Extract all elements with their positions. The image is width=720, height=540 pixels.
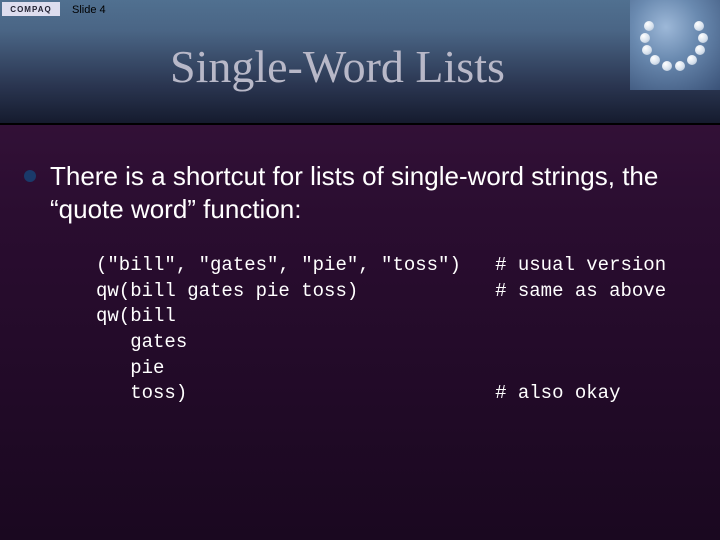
bullet-text: There is a shortcut for lists of single-…	[50, 160, 696, 225]
logo: COMPAQ	[2, 2, 60, 16]
slide-indicator: Slide 4	[72, 4, 106, 16]
necklace-icon	[640, 15, 710, 75]
header-band: COMPAQ Slide 4 Single-Word Lists	[0, 0, 720, 125]
bullet-item: There is a shortcut for lists of single-…	[24, 160, 696, 225]
corner-image	[630, 0, 720, 90]
code-example: ("bill", "gates", "pie", "toss") # usual…	[96, 253, 696, 407]
bullet-icon	[24, 170, 36, 182]
slide-title: Single-Word Lists	[170, 40, 505, 93]
content-area: There is a shortcut for lists of single-…	[24, 160, 696, 407]
